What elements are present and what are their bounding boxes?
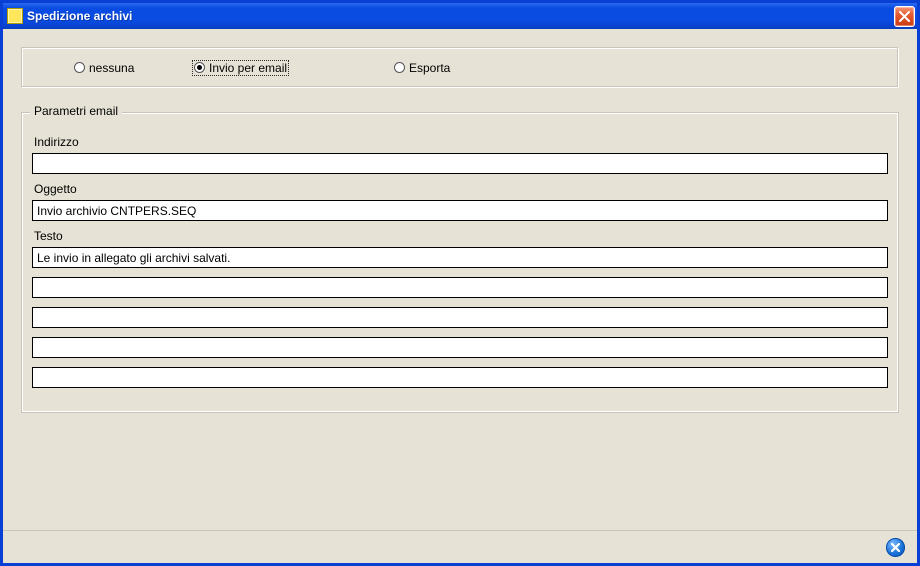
- status-close-button[interactable]: [886, 538, 905, 557]
- radio-export-label: Esporta: [409, 61, 450, 75]
- body-line-4[interactable]: [32, 337, 888, 358]
- close-circle-icon: [890, 542, 901, 553]
- body-lines: [32, 247, 888, 388]
- app-icon: [7, 8, 23, 24]
- body-line-5[interactable]: [32, 367, 888, 388]
- window-close-button[interactable]: [894, 6, 915, 27]
- email-params-fieldset: Parametri email Indirizzo Oggetto Testo: [21, 112, 899, 413]
- address-label: Indirizzo: [34, 135, 888, 149]
- radio-export[interactable]: Esporta: [392, 60, 452, 76]
- close-icon: [899, 11, 910, 22]
- subject-label: Oggetto: [34, 182, 888, 196]
- client-area: nessuna Invio per email Esporta Parametr…: [3, 29, 917, 530]
- titlebar: Spedizione archivi: [3, 3, 917, 29]
- subject-input[interactable]: [32, 200, 888, 221]
- fieldset-legend: Parametri email: [30, 104, 122, 118]
- window-title: Spedizione archivi: [27, 9, 894, 23]
- send-mode-group: nessuna Invio per email Esporta: [21, 47, 899, 88]
- body-line-2[interactable]: [32, 277, 888, 298]
- radio-none[interactable]: nessuna: [72, 60, 136, 76]
- body-label: Testo: [34, 229, 888, 243]
- radio-none-label: nessuna: [89, 61, 134, 75]
- body-line-3[interactable]: [32, 307, 888, 328]
- radio-email[interactable]: Invio per email: [192, 60, 289, 76]
- status-bar: [3, 530, 917, 563]
- body-line-1[interactable]: [32, 247, 888, 268]
- radio-email-label: Invio per email: [209, 61, 287, 75]
- address-input[interactable]: [32, 153, 888, 174]
- dialog-window: Spedizione archivi nessuna Invio per ema…: [0, 0, 920, 566]
